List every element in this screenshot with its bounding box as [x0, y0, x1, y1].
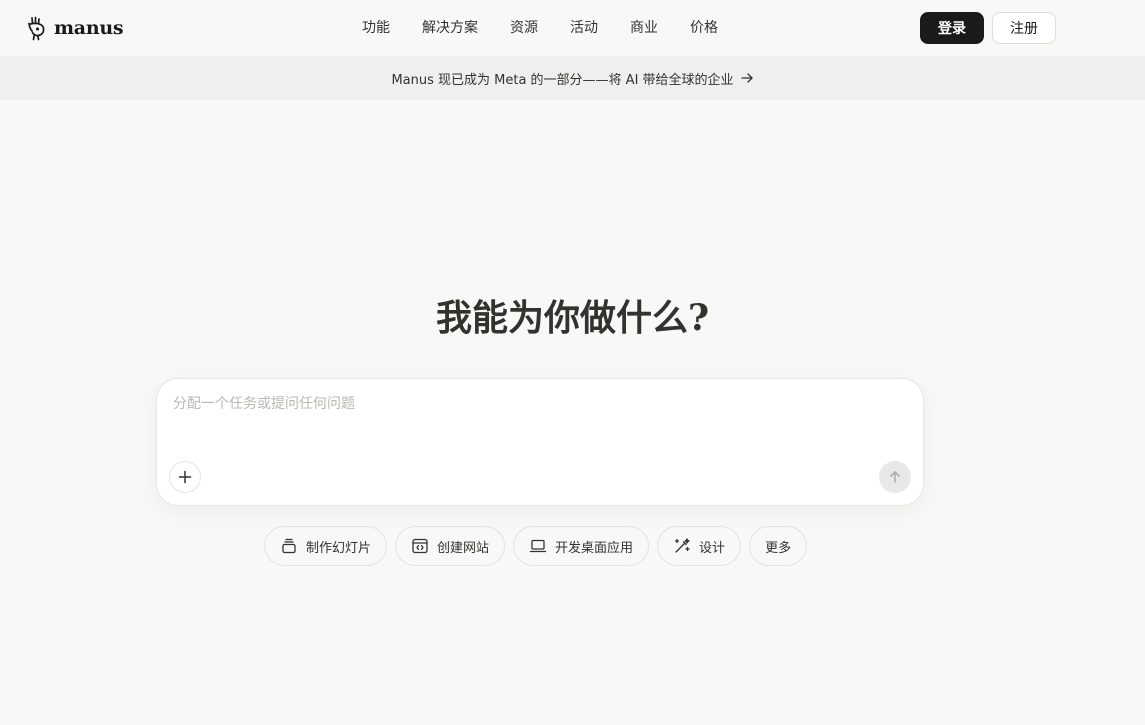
website-icon	[412, 538, 428, 554]
chip-more[interactable]: 更多	[749, 526, 808, 566]
login-button[interactable]: 登录	[920, 12, 984, 44]
chip-label: 更多	[765, 540, 792, 556]
nav-item-solutions[interactable]: 解决方案	[406, 16, 494, 40]
laptop-icon	[529, 539, 547, 553]
plus-icon	[178, 470, 192, 484]
chip-make-slides[interactable]: 制作幻灯片	[264, 526, 388, 566]
attach-button[interactable]	[169, 461, 201, 493]
chip-desktop-app[interactable]: 开发桌面应用	[513, 526, 650, 566]
magic-wand-icon	[674, 538, 690, 553]
nav-item-features[interactable]: 功能	[346, 16, 406, 40]
announcement-banner[interactable]: Manus 现已成为 Meta 的一部分——将 AI 带给全球的企业	[0, 56, 1145, 100]
brand-name: manus	[54, 17, 124, 39]
chip-label: 设计	[699, 540, 726, 556]
quick-actions: 制作幻灯片 创建网站 开发桌面应用 设计 更多	[264, 526, 808, 566]
top-header: manus 功能 解决方案 资源 活动 商业 价格 登录 注册	[0, 0, 1145, 56]
nav-item-events[interactable]: 活动	[554, 16, 614, 40]
chip-label: 创建网站	[437, 540, 490, 556]
main-nav: 功能 解决方案 资源 活动 商业 价格	[346, 16, 734, 40]
nav-item-business[interactable]: 商业	[614, 16, 674, 40]
banner-text: Manus 现已成为 Meta 的一部分——将 AI 带给全球的企业	[391, 72, 734, 88]
chip-label: 制作幻灯片	[306, 540, 372, 556]
task-composer	[156, 378, 924, 506]
arrow-up-icon	[890, 471, 900, 483]
chip-design[interactable]: 设计	[657, 526, 742, 566]
signup-button[interactable]: 注册	[992, 12, 1056, 44]
arrow-right-icon	[740, 73, 753, 83]
send-button[interactable]	[879, 461, 911, 493]
nav-item-pricing[interactable]: 价格	[674, 16, 734, 40]
manus-hand-icon	[28, 16, 45, 41]
chip-create-website[interactable]: 创建网站	[395, 526, 506, 566]
hero-title: 我能为你做什么?	[435, 297, 710, 339]
nav-item-resources[interactable]: 资源	[494, 16, 554, 40]
task-input[interactable]	[173, 393, 903, 433]
brand-logo[interactable]: manus	[26, 14, 124, 42]
chip-label: 开发桌面应用	[555, 540, 634, 556]
slides-icon	[282, 538, 296, 554]
